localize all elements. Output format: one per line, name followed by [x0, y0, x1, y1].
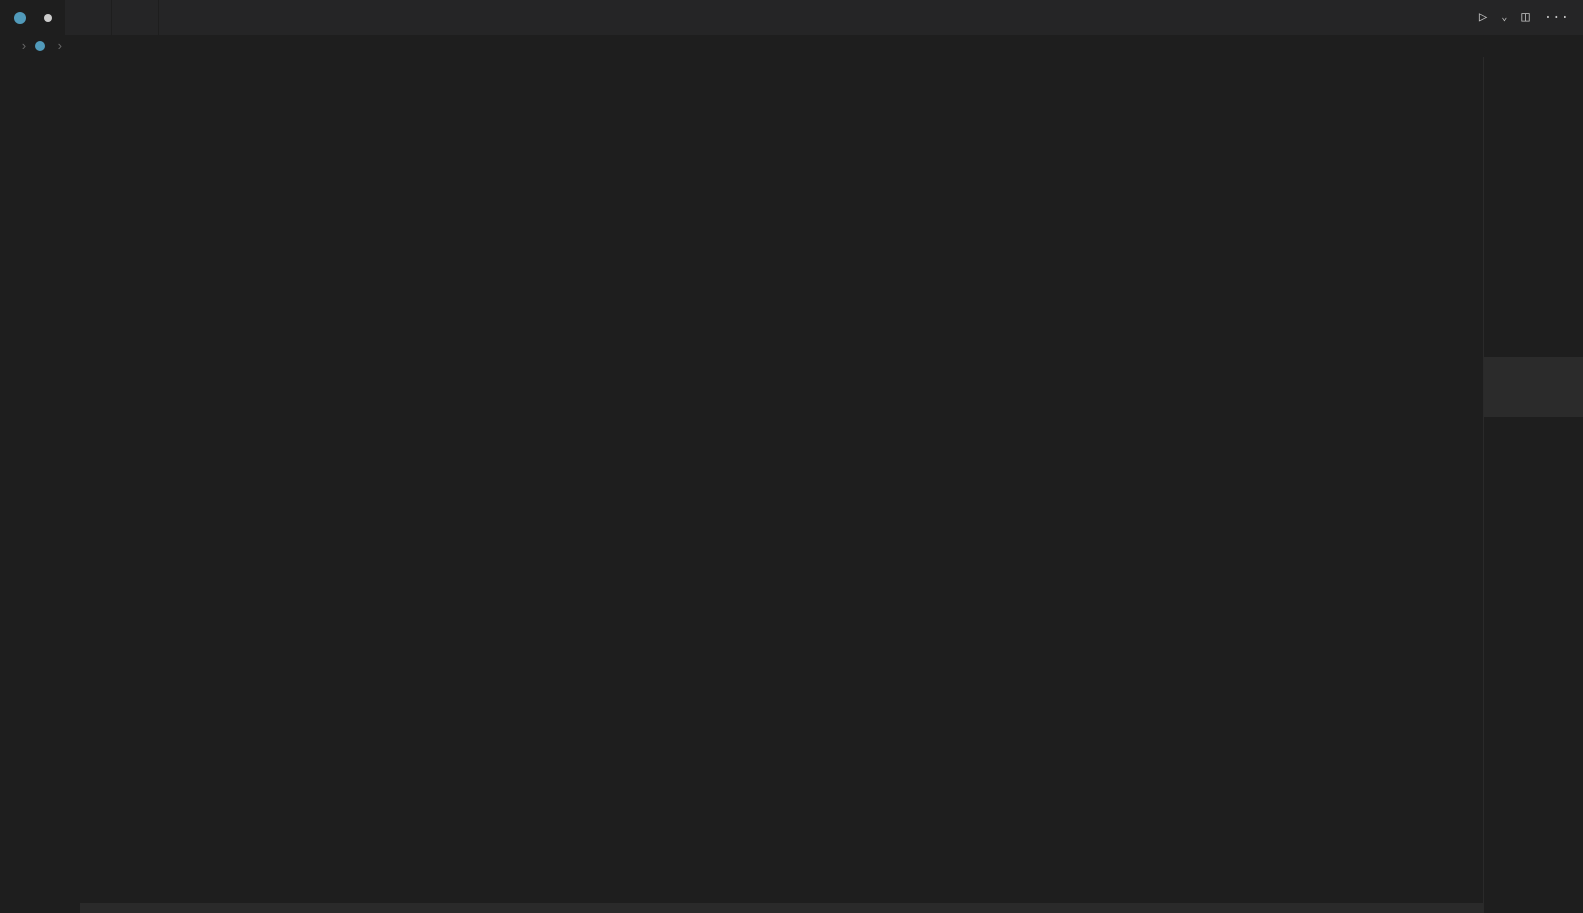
- editor: [0, 57, 1583, 913]
- tab-logs-json[interactable]: [112, 0, 159, 35]
- tabs-bar: ▷ ⌄ ◫ ···: [0, 0, 1583, 35]
- line-number-gutter[interactable]: [0, 57, 80, 913]
- json-icon: [124, 10, 140, 26]
- python-icon: [32, 38, 48, 54]
- chevron-right-icon: ›: [20, 39, 28, 54]
- code-area[interactable]: [80, 57, 1483, 913]
- tab-settings[interactable]: [65, 0, 112, 35]
- minimap-viewport[interactable]: [1484, 357, 1583, 417]
- minimap[interactable]: [1483, 57, 1583, 913]
- python-icon: [12, 10, 28, 26]
- run-dropdown-icon[interactable]: ⌄: [1501, 12, 1507, 24]
- breadcrumbs[interactable]: › ›: [0, 35, 1583, 57]
- horizontal-scrollbar[interactable]: [80, 903, 1483, 913]
- editor-actions: ▷ ⌄ ◫ ···: [1479, 0, 1583, 35]
- chevron-right-icon: ›: [56, 39, 64, 54]
- more-icon[interactable]: ···: [1544, 10, 1569, 26]
- split-editor-icon[interactable]: ◫: [1521, 9, 1529, 26]
- minimap-content: [1484, 57, 1583, 61]
- tab-train-py[interactable]: [0, 0, 65, 35]
- modified-dot-icon: [44, 14, 52, 22]
- run-icon[interactable]: ▷: [1479, 9, 1487, 26]
- settings-icon: [77, 10, 93, 26]
